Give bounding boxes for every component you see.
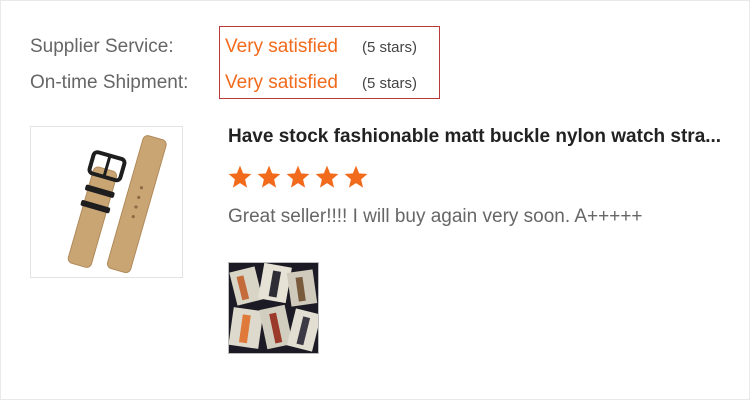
product-thumbnail[interactable] [30,126,183,278]
product-title-link[interactable]: Have stock fashionable matt buckle nylon… [228,126,738,148]
star-icon [344,165,368,188]
review-comment: Great seller!!!! I will buy again very s… [228,206,643,227]
star-icon [315,165,339,188]
shipment-value: Very satisfied [225,72,338,93]
shipment-stars: (5 stars) [362,75,418,92]
star-icon [257,165,281,188]
review-photo-thumbnail[interactable] [228,262,319,354]
review-photo-image [229,263,318,353]
supplier-service-label: Supplier Service: [30,36,174,57]
star-icon [228,165,252,188]
star-icon [286,165,310,188]
supplier-service-stars: (5 stars) [362,39,418,56]
shipment-label: On-time Shipment: [30,72,189,93]
review-star-rating [227,164,369,192]
supplier-service-value: Very satisfied [225,36,338,57]
watch-strap-image [67,135,167,274]
